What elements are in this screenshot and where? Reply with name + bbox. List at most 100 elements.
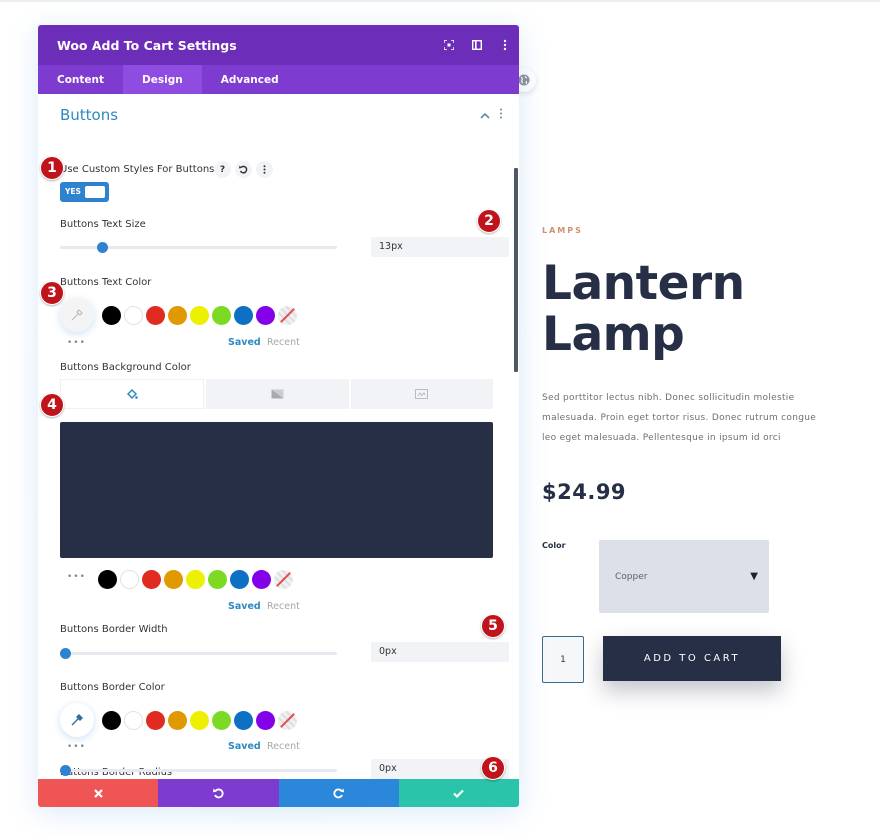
slider-handle[interactable] <box>97 242 109 253</box>
panel-body: Use Custom Styles For Buttons ? YES Butt… <box>38 50 519 779</box>
undo-icon <box>212 788 224 798</box>
border-width-label: Buttons Border Width <box>60 624 168 635</box>
color-swatch[interactable] <box>212 710 231 730</box>
color-swatch[interactable] <box>168 710 187 730</box>
annotation-badge-4: 4 <box>40 393 64 417</box>
recent-colors-tab[interactable]: Recent <box>267 337 300 348</box>
background-color-palette <box>98 570 296 589</box>
saved-colors-tab[interactable]: Saved <box>228 741 261 752</box>
redo-icon <box>333 788 345 798</box>
product-title-line-2: Lamp <box>542 307 685 362</box>
settings-panel: Woo Add To Cart Settings Content Design … <box>38 25 519 807</box>
bg-tab-image[interactable] <box>350 379 493 409</box>
color-swatch[interactable] <box>234 305 253 325</box>
product-title-line-1: Lantern <box>542 256 745 311</box>
more-colors-icon[interactable]: ••• <box>67 572 86 582</box>
reset-icon[interactable] <box>235 161 252 178</box>
recent-colors-tab[interactable]: Recent <box>267 741 300 752</box>
panel-footer <box>38 779 519 807</box>
color-swatch[interactable] <box>124 305 143 325</box>
background-color-label: Buttons Background Color <box>60 362 191 373</box>
field-actions: ? <box>214 161 273 178</box>
cancel-button[interactable] <box>38 779 159 807</box>
redo-button[interactable] <box>278 779 399 807</box>
annotation-badge-2: 2 <box>477 209 501 233</box>
background-type-tabs <box>60 379 493 409</box>
no-color-swatch[interactable] <box>274 570 293 589</box>
more-colors-icon[interactable]: ••• <box>67 338 86 348</box>
top-border <box>0 0 880 2</box>
undo-button[interactable] <box>158 779 279 807</box>
color-swatch[interactable] <box>234 710 253 730</box>
color-swatch[interactable] <box>230 570 249 589</box>
color-swatch[interactable] <box>98 570 117 589</box>
background-color-preview[interactable] <box>60 422 493 558</box>
product-title: Lantern Lamp <box>542 258 745 360</box>
color-swatch[interactable] <box>120 570 139 589</box>
color-select[interactable]: Copper ▼ <box>599 540 769 613</box>
product-description: Sed porttitor lectus nibh. Donec sollici… <box>542 393 817 443</box>
color-swatch[interactable] <box>208 570 227 589</box>
border-width-slider[interactable] <box>60 648 337 659</box>
color-swatch[interactable] <box>252 570 271 589</box>
color-swatch[interactable] <box>124 710 143 730</box>
color-swatch[interactable] <box>146 305 165 325</box>
swatch-list <box>102 710 300 730</box>
recent-colors-tab[interactable]: Recent <box>267 601 300 612</box>
slider-handle[interactable] <box>60 765 71 776</box>
color-swatch[interactable] <box>168 305 187 325</box>
bg-tab-color[interactable] <box>60 379 205 409</box>
no-color-swatch[interactable] <box>278 710 297 730</box>
eyedropper-icon[interactable] <box>60 298 94 332</box>
swatch-list <box>102 305 300 325</box>
border-color-label: Buttons Border Color <box>60 682 165 693</box>
annotation-badge-1: 1 <box>40 156 64 180</box>
color-swatch[interactable] <box>256 710 275 730</box>
annotation-badge-5: 5 <box>481 614 505 638</box>
custom-styles-toggle[interactable]: YES <box>60 182 109 202</box>
saved-colors-tab[interactable]: Saved <box>228 601 261 612</box>
color-swatch[interactable] <box>186 570 205 589</box>
annotation-badge-6: 6 <box>481 756 505 780</box>
color-label: Color <box>542 541 566 550</box>
image-icon <box>415 389 429 399</box>
color-swatch[interactable] <box>190 710 209 730</box>
color-swatch[interactable] <box>164 570 183 589</box>
close-icon <box>93 788 103 798</box>
eyedropper-icon[interactable] <box>60 703 94 737</box>
color-swatch[interactable] <box>256 305 275 325</box>
color-swatch[interactable] <box>102 305 121 325</box>
border-radius-slider[interactable] <box>60 765 337 776</box>
save-button[interactable] <box>398 779 519 807</box>
text-color-label: Buttons Text Color <box>60 277 152 288</box>
color-swatch[interactable] <box>190 305 209 325</box>
text-size-slider[interactable] <box>60 242 337 253</box>
quantity-input[interactable]: 1 <box>542 636 584 683</box>
bg-tab-gradient[interactable] <box>206 379 349 409</box>
more-colors-icon[interactable]: ••• <box>67 742 86 752</box>
annotation-badge-3: 3 <box>40 281 64 305</box>
swatch-list <box>98 570 296 589</box>
toggle-label: YES <box>65 187 81 196</box>
saved-colors-tab[interactable]: Saved <box>228 337 261 348</box>
border-width-input[interactable]: 0px <box>371 642 509 662</box>
gradient-icon <box>271 389 284 399</box>
product-category[interactable]: LAMPS <box>542 226 583 235</box>
color-swatch[interactable] <box>212 305 231 325</box>
dropdown-arrow-icon: ▼ <box>750 571 758 582</box>
text-color-palette <box>60 298 300 332</box>
toggle-knob <box>85 186 105 198</box>
product-price: $24.99 <box>542 480 627 504</box>
color-swatch[interactable] <box>142 570 161 589</box>
custom-styles-label: Use Custom Styles For Buttons <box>60 164 215 175</box>
text-size-input[interactable]: 13px <box>371 237 509 257</box>
add-to-cart-button[interactable]: ADD TO CART <box>603 636 781 681</box>
paint-bucket-icon <box>127 388 138 400</box>
help-icon[interactable]: ? <box>214 161 231 178</box>
scrollbar[interactable] <box>514 168 518 372</box>
color-swatch[interactable] <box>146 710 165 730</box>
no-color-swatch[interactable] <box>278 305 297 325</box>
slider-handle[interactable] <box>60 648 71 659</box>
color-swatch[interactable] <box>102 710 121 730</box>
field-more-icon[interactable] <box>256 161 273 178</box>
